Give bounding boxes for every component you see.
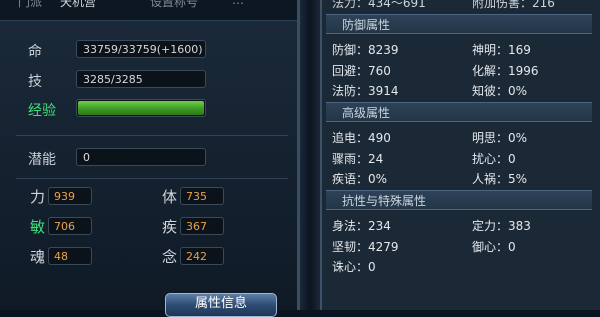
top-value-title: … bbox=[232, 0, 244, 7]
stat-magic-defense: 法防：3914 bbox=[332, 84, 399, 98]
skill-label: 技 bbox=[28, 74, 42, 90]
stat-dissolve: 化解：1996 bbox=[472, 64, 539, 78]
hp-row: 命 33759/33759(+1600) bbox=[18, 40, 288, 60]
potential-value: 0 bbox=[76, 148, 206, 166]
mana-stat-partial: 法力：434～691 bbox=[332, 0, 426, 10]
detailed-attributes-panel: 法力：434～691 附加伤害：216 防御属性 防御：8239 神明：169 … bbox=[320, 0, 600, 310]
stat-mind-kill: 诛心：0 bbox=[332, 260, 376, 274]
character-stats-panel: 门派 天机营 设置称号 … 命 33759/33759(+1600) 技 328… bbox=[0, 0, 300, 317]
exp-row: 经验 bbox=[18, 99, 288, 119]
panel-gap bbox=[300, 0, 320, 310]
stat-disturb: 扰心：0 bbox=[472, 152, 516, 166]
hp-label: 命 bbox=[28, 44, 42, 60]
exp-label: 经验 bbox=[28, 103, 56, 119]
attr-value: 367 bbox=[180, 217, 224, 235]
stat-swift-speech: 疾语：0% bbox=[332, 172, 388, 186]
stat-calamity: 人祸：5% bbox=[472, 172, 528, 186]
attr-mind: 念 242 bbox=[162, 246, 282, 266]
attr-agility: 敏 706 bbox=[30, 216, 150, 236]
attr-value: 939 bbox=[48, 187, 92, 205]
attr-speed: 疾 367 bbox=[162, 216, 282, 236]
top-label-title: 设置称号 bbox=[150, 0, 199, 9]
top-value-faction: 天机营 bbox=[60, 0, 97, 9]
potential-row: 潜能 0 bbox=[18, 148, 288, 168]
potential-label: 潜能 bbox=[28, 152, 56, 168]
attr-label: 疾 bbox=[162, 218, 178, 236]
attr-label: 魂 bbox=[30, 248, 46, 266]
divider bbox=[16, 178, 288, 179]
stat-lightning: 追电：490 bbox=[332, 131, 391, 145]
attr-value: 48 bbox=[48, 247, 92, 265]
attr-value: 735 bbox=[180, 187, 224, 205]
hp-value: 33759/33759(+1600) bbox=[76, 40, 206, 58]
stat-clarity: 明思：0% bbox=[472, 131, 528, 145]
top-label-faction: 门派 bbox=[18, 0, 43, 9]
section-header-defense: 防御属性 bbox=[326, 14, 592, 34]
stat-evasion: 回避：760 bbox=[332, 64, 391, 78]
stat-mind-guard: 御心：0 bbox=[472, 240, 516, 254]
stat-toughness: 坚韧：4279 bbox=[332, 240, 399, 254]
exp-bar-fill bbox=[78, 101, 204, 115]
attr-label: 念 bbox=[162, 248, 178, 266]
skill-row: 技 3285/3285 bbox=[18, 70, 288, 90]
divider bbox=[16, 135, 288, 136]
attr-label: 力 bbox=[30, 188, 46, 206]
attr-strength: 力 939 bbox=[30, 186, 150, 206]
section-header-resist: 抗性与特殊属性 bbox=[326, 190, 592, 210]
attr-constitution: 体 735 bbox=[162, 186, 282, 206]
attr-value: 706 bbox=[48, 217, 92, 235]
stat-insight: 知彼：0% bbox=[472, 84, 528, 98]
stat-agility: 身法：234 bbox=[332, 219, 391, 233]
attribute-info-button[interactable]: 属性信息 bbox=[165, 293, 277, 317]
attr-soul: 魂 48 bbox=[30, 246, 150, 266]
attr-label: 体 bbox=[162, 188, 178, 206]
stat-willpower: 定力：383 bbox=[472, 219, 531, 233]
top-info-strip: 门派 天机营 设置称号 … bbox=[0, 0, 297, 21]
section-header-advanced: 高级属性 bbox=[326, 102, 592, 122]
skill-value: 3285/3285 bbox=[76, 70, 206, 88]
extra-damage-partial: 附加伤害：216 bbox=[472, 0, 555, 10]
attr-label: 敏 bbox=[30, 218, 46, 236]
stat-divinity: 神明：169 bbox=[472, 43, 531, 57]
exp-bar bbox=[76, 99, 206, 117]
attr-value: 242 bbox=[180, 247, 224, 265]
stat-downpour: 骤雨：24 bbox=[332, 152, 384, 166]
stat-defense: 防御：8239 bbox=[332, 43, 399, 57]
